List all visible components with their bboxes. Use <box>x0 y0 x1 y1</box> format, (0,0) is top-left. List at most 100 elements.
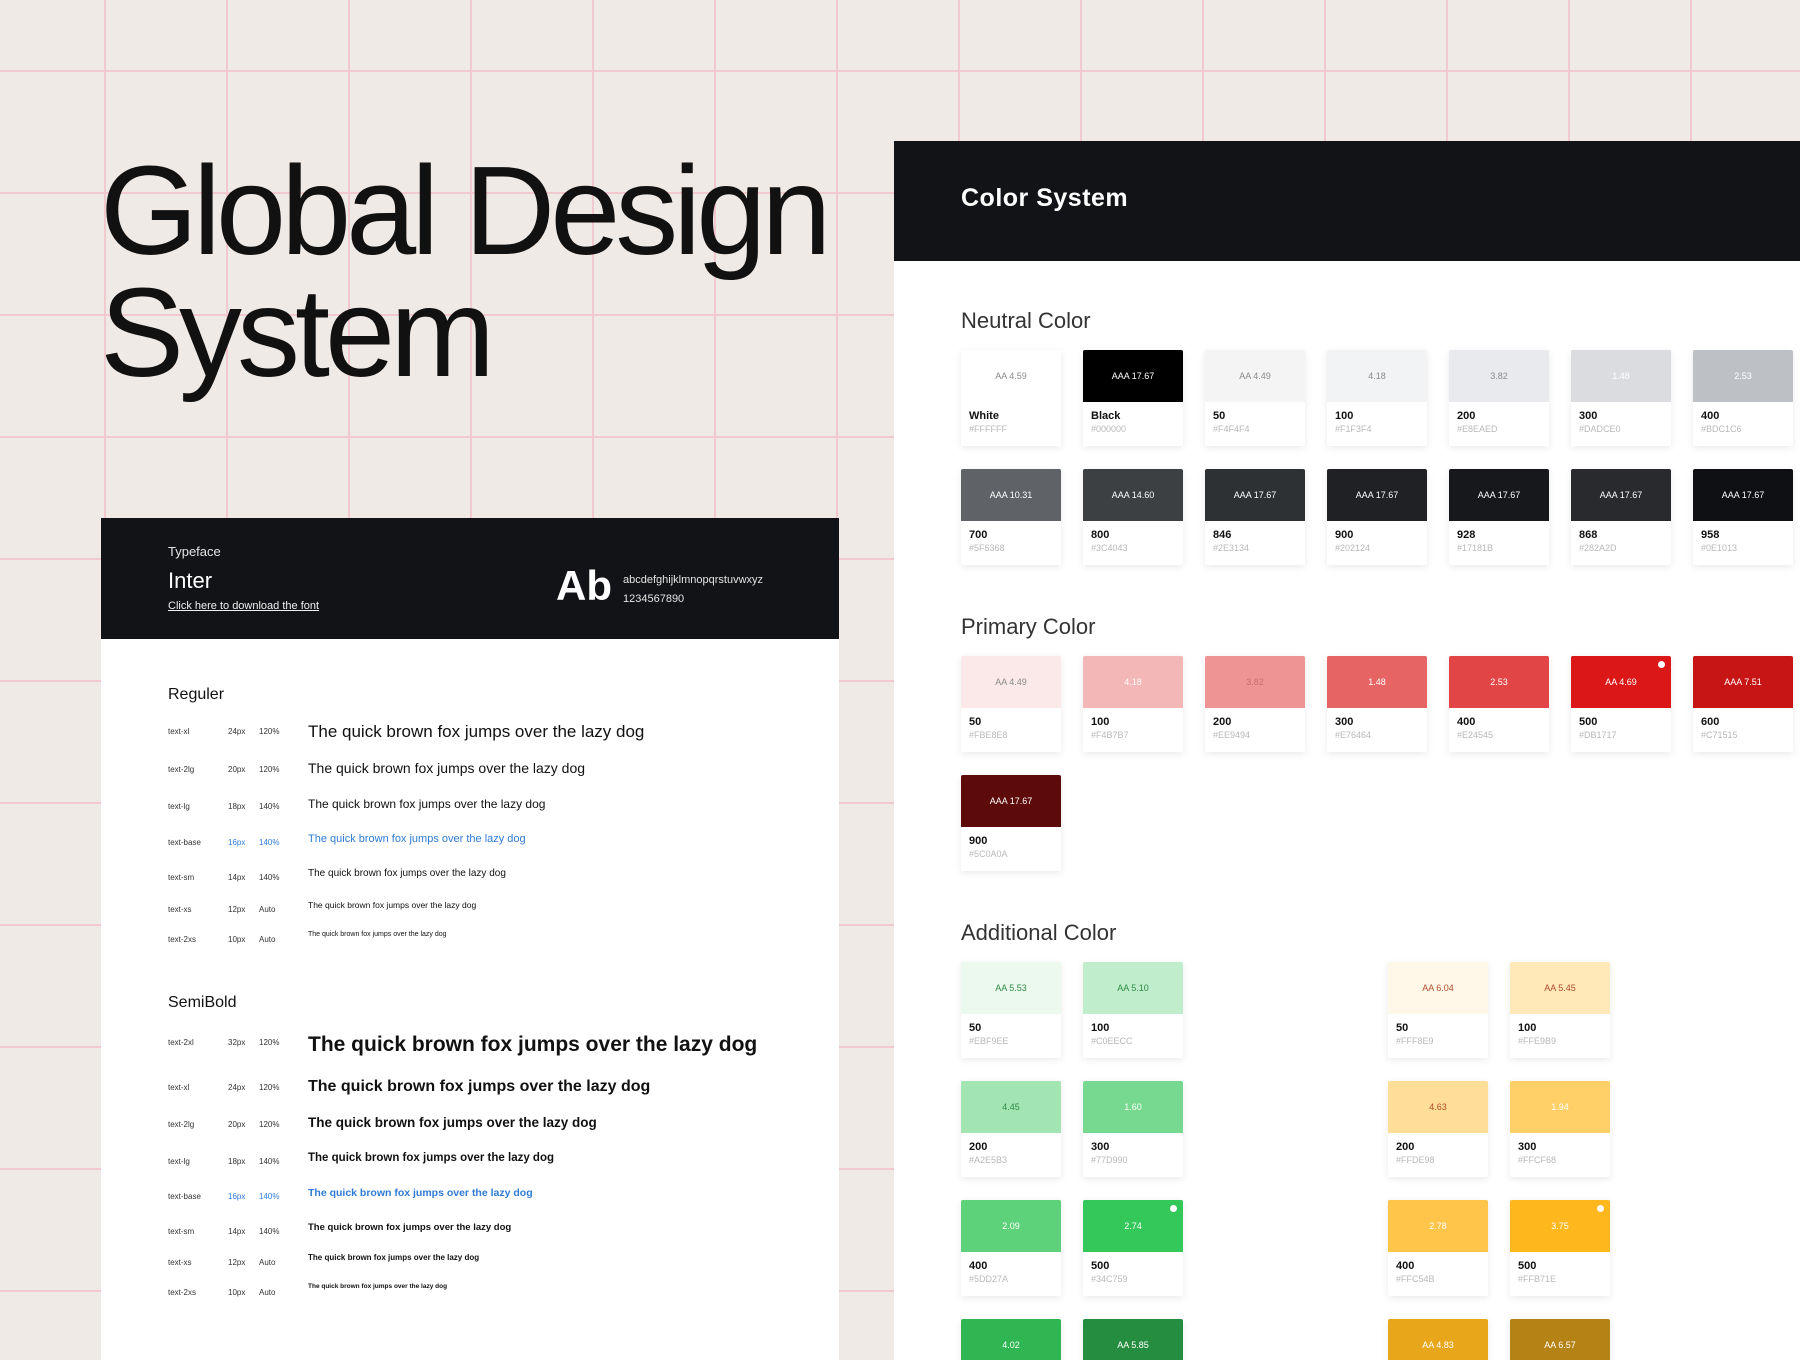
swatch-color-block: AAA 17.67 <box>1083 350 1183 402</box>
neutral-swatch-card[interactable]: 1.48 300 #DADCE0 <box>1571 350 1671 446</box>
yellow-swatch-card[interactable]: 3.75 500 #FFB71E <box>1510 1200 1610 1296</box>
type-sample: The quick brown fox jumps over the lazy … <box>308 760 586 776</box>
neutral-swatch-card[interactable]: AAA 14.60 800 #3C4043 <box>1083 469 1183 565</box>
swatch-hex: #FFE9B9 <box>1518 1036 1557 1046</box>
swatch-hex: #34C759 <box>1091 1274 1128 1284</box>
type-row-semibold-text-xl: text-xl 24px 120% The quick brown fox ju… <box>101 1079 839 1099</box>
swatch-color-block: AA 4.83 <box>1388 1319 1488 1360</box>
neutral-swatch-card[interactable]: AAA 17.67 900 #202124 <box>1327 469 1427 565</box>
type-token-line-height: 140% <box>259 802 280 811</box>
swatch-hex: #0E1013 <box>1701 543 1738 553</box>
type-token-size: 14px <box>228 873 246 882</box>
swatch-name: 900 <box>1335 529 1354 541</box>
type-sample: The quick brown fox jumps over the lazy … <box>308 1283 448 1290</box>
contrast-label: AA 5.10 <box>1117 983 1149 993</box>
contrast-label: 1.60 <box>1124 1102 1142 1112</box>
selected-indicator-icon <box>1658 661 1665 668</box>
swatch-name: Black <box>1091 410 1121 422</box>
primary-swatch-card[interactable]: AA 4.69 500 #DB1717 <box>1571 656 1671 752</box>
yellow-swatch-card[interactable]: 1.94 300 #FFCF68 <box>1510 1081 1610 1177</box>
green-swatch-card[interactable]: AA 5.85700#258D3F <box>1083 1319 1183 1360</box>
download-font-link[interactable]: Click here to download the font <box>168 600 319 612</box>
typography-card: Typeface Inter Click here to download th… <box>101 518 839 1360</box>
swatch-name: 200 <box>1213 716 1232 728</box>
contrast-label: 2.09 <box>1002 1221 1020 1231</box>
contrast-label: AA 4.69 <box>1605 677 1637 687</box>
primary-swatch-card[interactable]: 1.48 300 #E76464 <box>1327 656 1427 752</box>
contrast-label: AAA 7.51 <box>1724 677 1762 687</box>
primary-swatch-card[interactable]: AAA 7.51 600 #C71515 <box>1693 656 1793 752</box>
swatch-name: 100 <box>1335 410 1354 422</box>
green-swatch-card[interactable]: 2.09 400 #5DD27A <box>961 1200 1061 1296</box>
neutral-color-title: Neutral Color <box>961 308 1091 333</box>
swatch-name: 200 <box>969 1141 988 1153</box>
type-sample: The quick brown fox jumps over the lazy … <box>308 797 546 811</box>
neutral-swatch-card[interactable]: 3.82 200 #E8EAED <box>1449 350 1549 446</box>
primary-swatch-card[interactable]: AAA 17.67 900 #5C0A0A <box>961 775 1061 871</box>
neutral-swatch-card[interactable]: AAA 17.67 958 #0E1013 <box>1693 469 1793 565</box>
type-sample: The quick brown fox jumps over the lazy … <box>308 1222 512 1233</box>
swatch-hex: #C71515 <box>1701 730 1738 740</box>
swatch-hex: #5DD27A <box>969 1274 1009 1284</box>
neutral-swatch-card[interactable]: AAA 10.31 700 #5F6368 <box>961 469 1061 565</box>
neutral-swatch-card[interactable]: 2.53 400 #BDC1C6 <box>1693 350 1793 446</box>
neutral-swatch-card[interactable]: AAA 17.67 846 #2E3134 <box>1205 469 1305 565</box>
green-swatch-card[interactable]: 4.02600#2FB551 <box>961 1319 1061 1360</box>
yellow-swatch-card[interactable]: AA 4.83600#E8A71B <box>1388 1319 1488 1360</box>
yellow-swatch-card[interactable]: AA 6.04 50 #FFF8E9 <box>1388 962 1488 1058</box>
swatch-color-block: AAA 17.67 <box>1205 469 1305 521</box>
swatch-name: 800 <box>1091 529 1110 541</box>
swatch-hex: #F4B7B7 <box>1091 730 1129 740</box>
swatch-hex: #5F6368 <box>969 543 1005 553</box>
type-token-line-height: Auto <box>259 905 276 914</box>
neutral-swatch-card[interactable]: 4.18 100 #F1F3F4 <box>1327 350 1427 446</box>
yellow-swatch-card[interactable]: 4.63 200 #FFDE98 <box>1388 1081 1488 1177</box>
contrast-label: AA 5.53 <box>995 983 1027 993</box>
swatch-name: 928 <box>1457 529 1476 541</box>
contrast-label: 1.48 <box>1612 371 1630 381</box>
contrast-label: AAA 17.67 <box>1355 490 1399 500</box>
swatch-name: 400 <box>1457 716 1476 728</box>
neutral-swatch-card[interactable]: AA 4.49 50 #F4F4F4 <box>1205 350 1305 446</box>
primary-swatch-card[interactable]: AA 4.49 50 #FBE8E8 <box>961 656 1061 752</box>
swatch-hex: #77D990 <box>1091 1155 1128 1165</box>
type-token-size: 16px <box>228 838 246 847</box>
green-swatch-card[interactable]: 1.60 300 #77D990 <box>1083 1081 1183 1177</box>
primary-swatch-card[interactable]: 4.18 100 #F4B7B7 <box>1083 656 1183 752</box>
type-token-size: 24px <box>228 1083 246 1092</box>
swatch-color-block: 4.18 <box>1083 656 1183 708</box>
color-system-header: Color System <box>894 141 1800 261</box>
neutral-swatch-card[interactable]: AAA 17.67 928 #17181B <box>1449 469 1549 565</box>
type-token-size: 12px <box>228 1258 246 1267</box>
swatch-name: 300 <box>1335 716 1354 728</box>
swatch-color-block: AA 4.49 <box>961 656 1061 708</box>
yellow-swatch-card[interactable]: AA 6.57700#B58215 <box>1510 1319 1610 1360</box>
swatch-color-block: 1.48 <box>1327 656 1427 708</box>
neutral-swatch-card[interactable]: AA 4.59 White #FFFFFF <box>961 350 1061 446</box>
neutral-swatch-card[interactable]: AAA 17.67 Black #000000 <box>1083 350 1183 446</box>
type-token-line-height: 140% <box>259 873 280 882</box>
primary-swatch-card[interactable]: 3.82 200 #EE9494 <box>1205 656 1305 752</box>
yellow-swatch-card[interactable]: 2.78 400 #FFC54B <box>1388 1200 1488 1296</box>
type-row-semibold-text-2lg: text-2lg 20px 120% The quick brown fox j… <box>101 1116 839 1136</box>
swatch-hex: #A2E5B3 <box>969 1155 1008 1165</box>
type-token-line-height: Auto <box>259 1288 276 1297</box>
contrast-label: AA 4.49 <box>1239 371 1271 381</box>
swatch-name: 846 <box>1213 529 1232 541</box>
swatch-name: 300 <box>1518 1141 1537 1153</box>
green-swatch-card[interactable]: 4.45 200 #A2E5B3 <box>961 1081 1061 1177</box>
neutral-swatch-card[interactable]: AAA 17.67 868 #282A2D <box>1571 469 1671 565</box>
yellow-swatch-card[interactable]: AA 5.45 100 #FFE9B9 <box>1510 962 1610 1058</box>
swatch-name: 300 <box>1091 1141 1110 1153</box>
green-swatch-card[interactable]: AA 5.53 50 #EBF9EE <box>961 962 1061 1058</box>
primary-swatch-card[interactable]: 2.53 400 #E24545 <box>1449 656 1549 752</box>
swatch-color-block: AA 6.57 <box>1510 1319 1610 1360</box>
swatch-name: White <box>969 410 999 422</box>
swatch-name: 400 <box>1701 410 1720 422</box>
type-sample: The quick brown fox jumps over the lazy … <box>308 833 526 845</box>
contrast-label: AAA 17.67 <box>989 796 1033 806</box>
green-swatch-card[interactable]: 2.74 500 #34C759 <box>1083 1200 1183 1296</box>
swatch-color-block: 4.02 <box>961 1319 1061 1360</box>
swatch-color-block: AA 6.04 <box>1388 962 1488 1014</box>
green-swatch-card[interactable]: AA 5.10 100 #C0EECC <box>1083 962 1183 1058</box>
